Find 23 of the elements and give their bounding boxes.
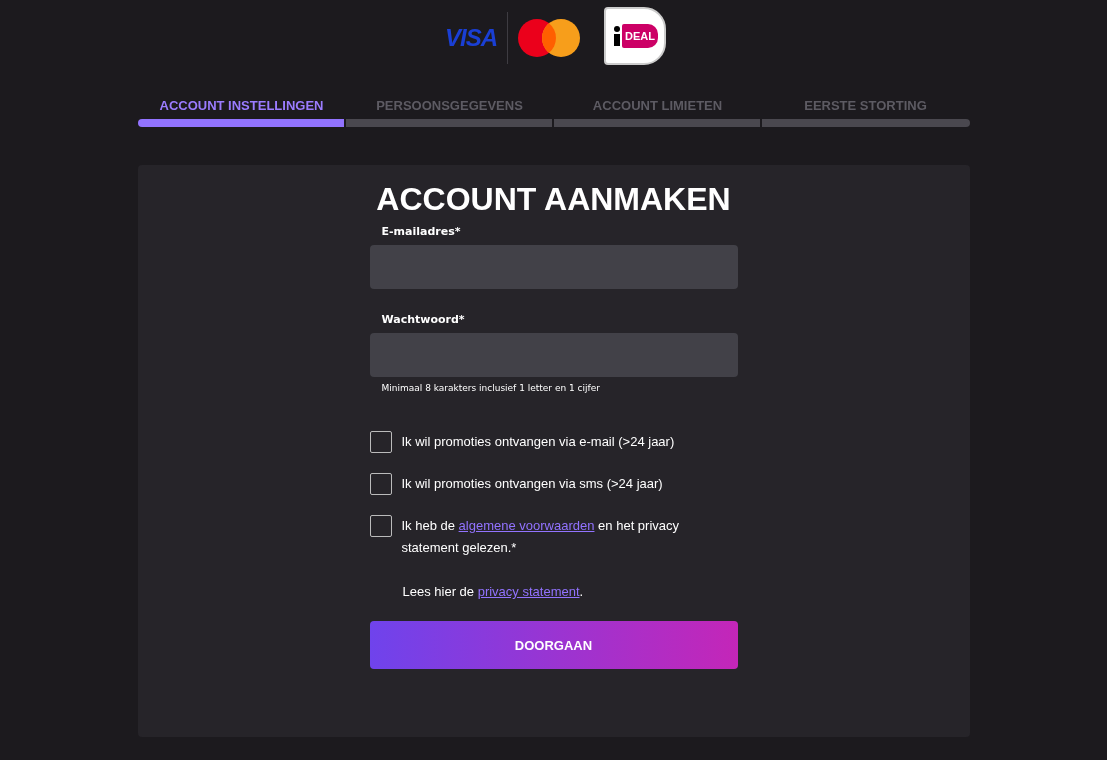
field-hint: Minimaal 8 karakters inclusief 1 letter en 1 cijfer bbox=[380, 383, 601, 393]
step-tab[interactable]: PERSOONSGEGEVENS bbox=[376, 98, 523, 113]
checkbox-label: Ik wil promoties ontvangen via e-mail (>24 jaar) bbox=[401, 433, 676, 451]
visa-logo: VISA bbox=[445, 23, 497, 52]
checkbox-label: Ik wil promoties ontvangen via sms (>24 jaar) bbox=[401, 475, 664, 493]
checkbox[interactable] bbox=[369, 431, 392, 453]
mastercard-logo bbox=[518, 18, 580, 57]
form-title: ACCOUNT AANMAKEN bbox=[375, 180, 732, 219]
continue-button[interactable]: DOORGAAN bbox=[369, 621, 738, 669]
terms-link[interactable]: algemene voorwaarden bbox=[458, 518, 595, 533]
field-label: Wachtwoord* bbox=[380, 313, 466, 326]
step-tab[interactable]: ACCOUNT LIMIETEN bbox=[592, 98, 723, 113]
field-label: E-mailadres* bbox=[380, 225, 462, 238]
privacy-note: Lees hier de privacy statement. bbox=[401, 583, 585, 601]
step-tab[interactable]: EERSTE STORTING bbox=[804, 98, 927, 113]
checkbox[interactable] bbox=[369, 515, 392, 537]
input-field[interactable] bbox=[369, 333, 738, 377]
privacy-link[interactable]: privacy statement bbox=[477, 584, 580, 599]
checkbox-label: Ik heb de algemene voorwaarden en het privacy statement gelezen.* bbox=[401, 517, 681, 557]
input-field[interactable] bbox=[369, 245, 738, 289]
ideal-logo: DEAL bbox=[604, 6, 666, 65]
step-tab[interactable]: ACCOUNT INSTELLINGEN bbox=[159, 98, 324, 113]
checkbox[interactable] bbox=[369, 473, 392, 495]
